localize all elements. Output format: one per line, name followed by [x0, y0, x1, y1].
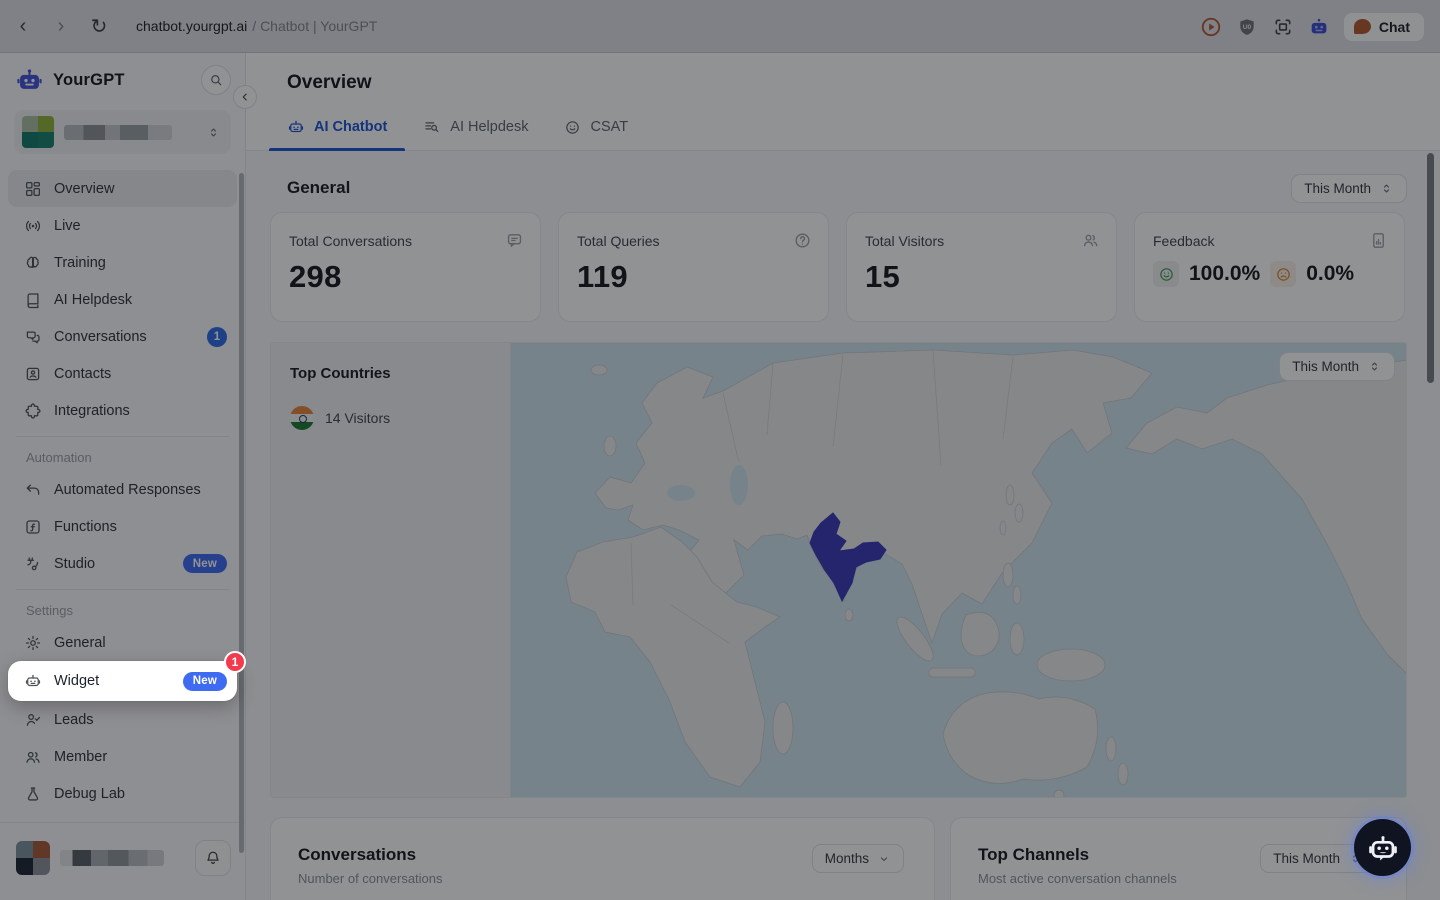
sidebar-item-label: Widget	[54, 673, 99, 689]
robot-face-icon	[1366, 831, 1400, 865]
chat-widget-launcher[interactable]	[1354, 819, 1411, 876]
widget-alert-badge: 1	[224, 651, 246, 673]
sidebar-item-widget[interactable]: Widget New 1	[8, 661, 237, 701]
widget-new-badge: New	[183, 672, 227, 691]
spotlight-overlay	[0, 0, 1440, 900]
yourgpt-dashboard: ‹ › ↻ chatbot.yourgpt.ai / Chatbot | You…	[0, 0, 1440, 900]
robot-icon	[24, 672, 42, 690]
